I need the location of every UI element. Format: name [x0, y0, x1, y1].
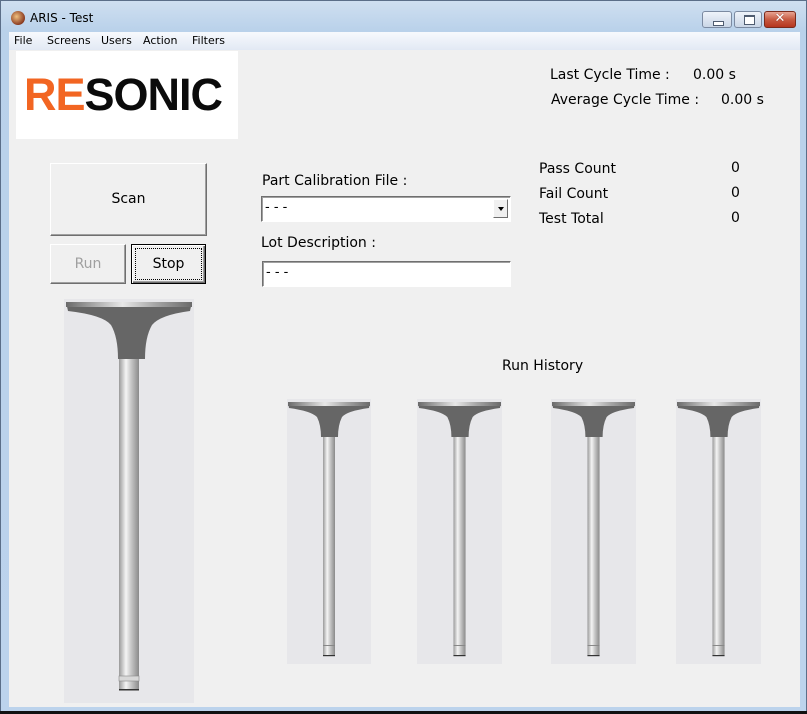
menu-file[interactable]: File [14, 34, 32, 47]
lot-description-value: - - - [266, 265, 289, 280]
close-button[interactable]: ✕ [764, 11, 796, 28]
valve-icon [552, 402, 635, 657]
current-valve-view [64, 299, 194, 703]
logo-accent: RE [24, 69, 86, 120]
maximize-icon [744, 15, 755, 25]
menu-users[interactable]: Users [101, 34, 132, 47]
app-window: ARIS - Test ✕ File Screens Users Action … [0, 0, 807, 714]
close-icon: ✕ [774, 11, 786, 26]
stop-button[interactable]: Stop [131, 244, 206, 284]
pass-count-value: 0 [731, 160, 740, 176]
last-cycle-label: Last Cycle Time : [550, 67, 670, 83]
valve-icon [288, 402, 370, 657]
history-valve-4 [676, 399, 761, 664]
run-button[interactable]: Run [50, 244, 126, 284]
aris-app-icon[interactable] [11, 11, 25, 25]
menu-filters[interactable]: Filters [192, 34, 225, 47]
average-cycle-value: 0.00 s [721, 92, 764, 108]
resonic-logo: RESONIC [16, 51, 238, 139]
chevron-down-icon[interactable] [493, 199, 508, 218]
calibration-file-value: - - - [265, 200, 288, 215]
valve-icon [677, 402, 760, 657]
lot-description-label: Lot Description : [261, 235, 376, 251]
pass-count-label: Pass Count [539, 161, 617, 177]
history-valve-1 [287, 399, 371, 664]
fail-count-value: 0 [731, 185, 740, 201]
focus-indicator [135, 248, 202, 280]
menu-action[interactable]: Action [143, 34, 177, 47]
scan-button[interactable]: Scan [50, 163, 207, 236]
lot-description-input[interactable]: - - - [262, 261, 511, 287]
minimize-icon [713, 21, 724, 26]
run-history-title: Run History [502, 358, 584, 374]
history-valve-3 [551, 399, 636, 664]
window-title: ARIS - Test [30, 11, 94, 25]
history-valve-2 [417, 399, 502, 664]
menu-bar: File Screens Users Action Filters [9, 32, 800, 50]
test-total-label: Test Total [539, 211, 604, 227]
last-cycle-value: 0.00 s [693, 67, 736, 83]
fail-count-label: Fail Count [539, 186, 609, 202]
maximize-button[interactable] [734, 11, 762, 28]
title-bar[interactable]: ARIS - Test ✕ [1, 1, 806, 33]
calibration-file-label: Part Calibration File : [262, 173, 408, 189]
test-total-value: 0 [731, 210, 740, 226]
minimize-button[interactable] [702, 11, 732, 28]
main-panel: RESONIC Last Cycle Time : 0.00 s Average… [9, 50, 800, 707]
valve-icon [418, 402, 501, 657]
valve-icon [66, 302, 192, 691]
logo-text: RESONIC [24, 69, 224, 121]
average-cycle-label: Average Cycle Time : [551, 92, 700, 108]
menu-screens[interactable]: Screens [47, 34, 91, 47]
calibration-file-dropdown[interactable]: - - - [261, 196, 511, 222]
logo-dark: SONIC [84, 69, 224, 120]
